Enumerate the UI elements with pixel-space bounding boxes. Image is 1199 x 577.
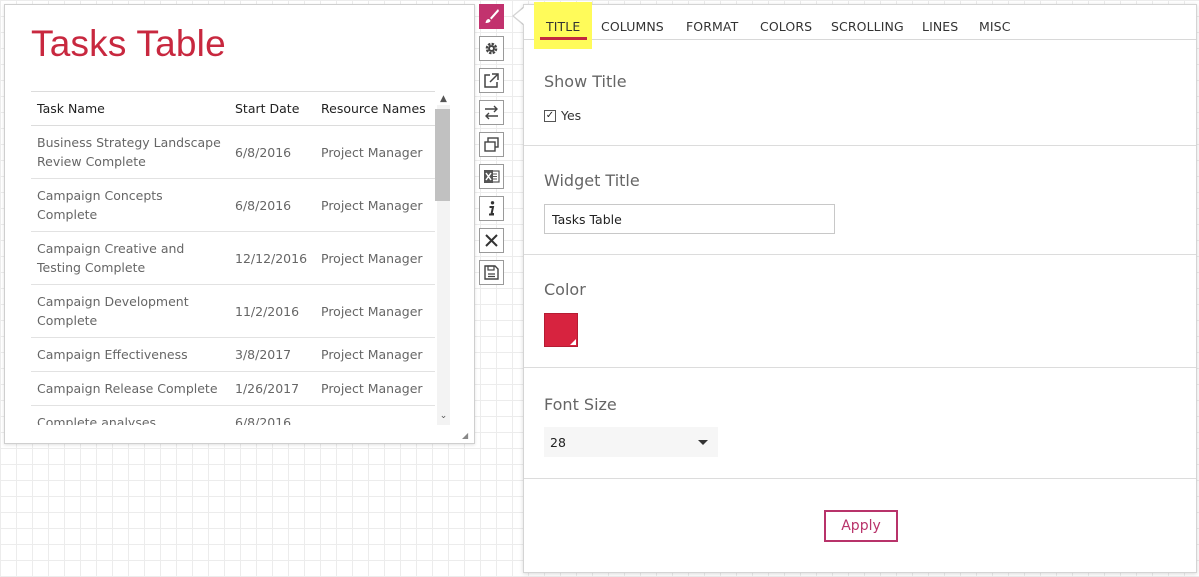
info-button[interactable]	[479, 196, 504, 221]
show-title-checkbox-row[interactable]: ✓ Yes	[544, 108, 581, 123]
font-size-select[interactable]: 28	[544, 427, 718, 457]
save-icon	[484, 265, 499, 280]
show-title-section: Show Title ✓ Yes	[524, 40, 1196, 146]
excel-icon	[484, 170, 500, 183]
table-row[interactable]: Campaign Development Complete 11/2/2016 …	[31, 284, 435, 338]
show-title-checkbox-label: Yes	[561, 108, 582, 123]
settings-button[interactable]	[479, 36, 504, 61]
cell-task-name: Campaign Creative and Testing Complete	[31, 231, 229, 285]
table-row[interactable]: Complete analyses 6/8/2016	[31, 405, 435, 425]
cell-resource: Project Manager	[315, 178, 435, 232]
tab-lines[interactable]: LINES	[922, 5, 958, 40]
table-row[interactable]: Campaign Creative and Testing Complete 1…	[31, 231, 435, 285]
column-header-resource-names[interactable]: Resource Names	[315, 91, 435, 126]
open-external-button[interactable]	[479, 68, 504, 93]
font-size-section: Font Size 28	[524, 368, 1196, 479]
swap-button[interactable]	[479, 100, 504, 125]
title-color-swatch[interactable]	[544, 313, 578, 347]
cell-resource: Project Manager	[315, 371, 435, 406]
cell-resource: Project Manager	[315, 125, 435, 179]
resize-grip-icon[interactable]: ◢	[462, 432, 470, 440]
table-row[interactable]: Campaign Concepts Complete 6/8/2016 Proj…	[31, 178, 435, 232]
cell-task-name: Complete analyses	[31, 405, 229, 425]
table-row[interactable]: Campaign Effectiveness 3/8/2017 Project …	[31, 337, 435, 372]
swap-arrows-icon	[485, 105, 498, 120]
close-icon	[485, 234, 498, 247]
widget-title-label: Widget Title	[544, 171, 640, 190]
cell-start-date: 3/8/2017	[229, 337, 315, 372]
format-settings-panel: TITLE COLUMNS FORMAT COLORS SCROLLING LI…	[523, 2, 1197, 573]
cell-task-name: Campaign Concepts Complete	[31, 178, 229, 232]
export-excel-button[interactable]	[479, 164, 504, 189]
widget-title-input[interactable]	[544, 204, 835, 234]
cell-resource: Project Manager	[315, 337, 435, 372]
paintbrush-icon	[485, 9, 499, 23]
cell-resource	[315, 405, 435, 425]
tab-scrolling[interactable]: SCROLLING	[831, 5, 904, 40]
tasks-table-widget[interactable]: Tasks Table Task Name Start Date Resourc…	[4, 4, 475, 444]
cell-start-date: 6/8/2016	[229, 178, 315, 232]
cell-task-name: Campaign Development Complete	[31, 284, 229, 338]
tab-misc[interactable]: MISC	[979, 5, 1011, 40]
chevron-down-icon	[698, 439, 708, 445]
tasks-table: Task Name Start Date Resource Names Busi…	[31, 91, 435, 425]
format-paintbrush-button[interactable]	[479, 4, 504, 29]
save-button[interactable]	[479, 260, 504, 285]
table-row[interactable]: Business Strategy Landscape Review Compl…	[31, 125, 435, 179]
show-title-label: Show Title	[544, 72, 627, 91]
cell-start-date: 12/12/2016	[229, 231, 315, 285]
duplicate-icon	[484, 137, 499, 152]
widget-toolbar	[479, 4, 505, 292]
show-title-checkbox[interactable]: ✓	[544, 109, 556, 122]
cell-start-date: 11/2/2016	[229, 284, 315, 338]
table-scrollbar-thumb[interactable]	[435, 109, 450, 201]
column-header-start-date[interactable]: Start Date	[229, 91, 315, 126]
widget-title: Tasks Table	[31, 23, 226, 64]
external-link-icon	[484, 73, 499, 88]
scroll-down-arrow-icon[interactable]: ⌄	[437, 410, 450, 422]
cell-resource: Project Manager	[315, 231, 435, 285]
cell-resource: Project Manager	[315, 284, 435, 338]
cell-start-date: 6/8/2016	[229, 405, 315, 425]
gear-icon	[485, 42, 498, 55]
cell-start-date: 6/8/2016	[229, 125, 315, 179]
font-size-label: Font Size	[544, 395, 617, 414]
cell-task-name: Campaign Release Complete	[31, 371, 229, 406]
cell-task-name: Campaign Effectiveness	[31, 337, 229, 372]
panel-pointer-inner	[514, 7, 525, 25]
color-label: Color	[544, 280, 586, 299]
table-scroll-area[interactable]: Task Name Start Date Resource Names Busi…	[31, 91, 450, 425]
color-section: Color	[524, 255, 1196, 368]
info-icon	[489, 201, 495, 216]
apply-button[interactable]: Apply	[824, 510, 898, 542]
duplicate-button[interactable]	[479, 132, 504, 157]
cell-start-date: 1/26/2017	[229, 371, 315, 406]
settings-tabs: TITLE COLUMNS FORMAT COLORS SCROLLING LI…	[524, 2, 1196, 49]
table-row[interactable]: Campaign Release Complete 1/26/2017 Proj…	[31, 371, 435, 406]
remove-widget-button[interactable]	[479, 228, 504, 253]
font-size-value: 28	[550, 434, 566, 450]
table-header-row: Task Name Start Date Resource Names	[31, 91, 435, 126]
cell-task-name: Business Strategy Landscape Review Compl…	[31, 125, 229, 179]
tab-colors[interactable]: COLORS	[760, 5, 812, 40]
column-header-task-name[interactable]: Task Name	[31, 91, 229, 126]
scroll-up-arrow-icon[interactable]: ▲	[437, 93, 450, 105]
tab-columns[interactable]: COLUMNS	[601, 5, 664, 40]
tab-format[interactable]: FORMAT	[686, 5, 738, 40]
color-picker-corner-icon	[570, 339, 576, 345]
widget-title-section: Widget Title	[524, 146, 1196, 255]
